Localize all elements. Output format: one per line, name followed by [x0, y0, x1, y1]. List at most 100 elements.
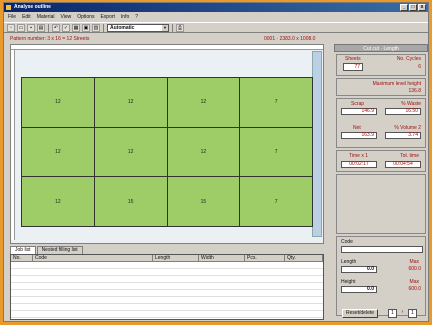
- new-icon[interactable]: ▫: [7, 23, 15, 32]
- calc-icon[interactable]: ▦: [72, 23, 80, 32]
- sheets-label: Sheets: [345, 56, 361, 62]
- maximize-button[interactable]: □: [409, 4, 417, 11]
- height-max-label: Max: [409, 279, 419, 285]
- waste-strip: [312, 51, 322, 237]
- table-row[interactable]: [11, 283, 323, 290]
- panel-cell[interactable]: 15: [94, 177, 167, 226]
- panel-cell[interactable]: 15: [167, 177, 240, 226]
- scrap-box: Scrap % Waste 146.9 16.50 Net % Volume 2…: [336, 98, 426, 148]
- tot-time-value: 00:04:54: [385, 161, 421, 168]
- sheets-box: Sheets 77 No. Cycles 6: [336, 54, 426, 76]
- minimize-button[interactable]: _: [400, 4, 408, 11]
- panel-cell[interactable]: 12: [94, 127, 167, 177]
- spacer-box: [336, 174, 426, 234]
- waste-pct-value: 16.50: [385, 108, 421, 115]
- height-label: Height: [341, 279, 356, 285]
- col-code[interactable]: Code: [33, 255, 153, 261]
- job-table: No. Code Length Width Pcs. Qty.: [10, 254, 324, 320]
- table-row[interactable]: [11, 262, 323, 269]
- tot-time-label: Tot. time: [400, 153, 419, 159]
- panel-cell[interactable]: 7: [240, 127, 312, 177]
- check-icon[interactable]: ✓: [62, 23, 70, 32]
- spin-field-2[interactable]: 1: [408, 309, 417, 318]
- menu-export[interactable]: Export: [100, 13, 114, 21]
- sheets-field[interactable]: 77: [343, 63, 363, 71]
- col-pcs[interactable]: Pcs.: [245, 255, 285, 261]
- table-row[interactable]: [11, 276, 323, 283]
- menu-edit[interactable]: Edit: [22, 13, 31, 21]
- table-row[interactable]: [11, 269, 323, 276]
- col-qty[interactable]: Qty.: [285, 255, 323, 261]
- menu-help[interactable]: ?: [135, 13, 138, 21]
- panel-grid: 12 12 12 7 12 12 12 7 12 15 15 7: [21, 77, 313, 227]
- panel-cell[interactable]: 7: [240, 78, 312, 127]
- table-row[interactable]: [11, 297, 323, 304]
- panel-cell[interactable]: 12: [22, 127, 94, 177]
- menu-file[interactable]: File: [8, 13, 16, 21]
- length-max-label: Max: [409, 259, 419, 265]
- no-cycles-value: 6: [418, 64, 421, 70]
- menu-info[interactable]: Info: [121, 13, 129, 21]
- volume-value: 3.74: [385, 132, 421, 139]
- length-label: Length: [341, 259, 357, 265]
- col-width[interactable]: Width: [199, 255, 245, 261]
- menu-material[interactable]: Material: [37, 13, 55, 21]
- code-field[interactable]: [341, 246, 423, 253]
- panel-cell[interactable]: 12: [22, 78, 94, 127]
- spin-field-1[interactable]: 1: [388, 309, 397, 318]
- panel-cell[interactable]: 12: [22, 177, 94, 226]
- reset-delete-button[interactable]: Reset/delete: [342, 309, 378, 318]
- code-label: Code: [341, 239, 353, 245]
- max-height-value: 136.8: [408, 88, 421, 94]
- pattern-info: Pattern number: 3 x 16 = 12 Streets: [10, 36, 90, 42]
- height-field[interactable]: 0.0: [341, 286, 377, 293]
- layout-icon[interactable]: ▣: [82, 23, 90, 32]
- cutting-board: 12 12 12 7 12 12 12 7 12 15 15 7: [10, 44, 324, 244]
- printer-icon[interactable]: ⎙: [176, 23, 184, 32]
- app-icon: [6, 5, 11, 10]
- panel-cell[interactable]: 12: [167, 127, 240, 177]
- col-no[interactable]: No.: [11, 255, 33, 261]
- mode-select[interactable]: Automatic ▼: [107, 23, 169, 32]
- length-max-value: 600.0: [408, 266, 421, 272]
- panel-cell[interactable]: 12: [167, 78, 240, 127]
- print-icon[interactable]: ▤: [37, 23, 45, 32]
- volume-label: % Volume 2: [394, 125, 421, 131]
- height-max-value: 600.0: [408, 286, 421, 292]
- waste-pct-label: % Waste: [401, 101, 421, 107]
- results-panel-title: Cut cut · Length: [334, 44, 428, 52]
- length-field[interactable]: 0.0: [341, 266, 377, 273]
- table-row[interactable]: [11, 311, 323, 318]
- max-height-label: Maximum level height: [372, 81, 421, 87]
- scrap-value: 146.9: [341, 108, 377, 115]
- ruler-top: [11, 45, 323, 50]
- menu-bar: File Edit Material View Options Export I…: [4, 13, 428, 21]
- save-icon[interactable]: ▪: [27, 23, 35, 32]
- table-row[interactable]: [11, 304, 323, 311]
- undo-icon[interactable]: ↶: [52, 23, 60, 32]
- tab-job-list[interactable]: Job list: [10, 246, 36, 254]
- close-button[interactable]: x: [418, 4, 426, 11]
- panel-cell[interactable]: 12: [94, 78, 167, 127]
- net-value: 163.9: [341, 132, 377, 139]
- spin-arrow-icon[interactable]: ›: [400, 309, 405, 318]
- ruler-left: [11, 50, 15, 240]
- no-cycles-label: No. Cycles: [396, 56, 421, 62]
- time-box: Time x 1 Tot. time 00:02:17 00:04:54: [336, 150, 426, 172]
- panel-cell[interactable]: 7: [240, 177, 312, 226]
- net-label: Net: [353, 125, 361, 131]
- export-icon[interactable]: ▥: [92, 23, 100, 32]
- sheet-size-info: 0001 · 2383.0 x 1008.0: [264, 36, 316, 42]
- list-tabs: Job list Nested filling list: [10, 246, 83, 254]
- col-length[interactable]: Length: [153, 255, 199, 261]
- app-window: Analyse outline _ □ x File Edit Material…: [3, 2, 429, 322]
- piece-input-box: Code Length 0.0 Max 600.0 Height 0.0 Max…: [336, 236, 426, 316]
- menu-options[interactable]: Options: [77, 13, 94, 21]
- open-icon[interactable]: ▭: [17, 23, 25, 32]
- tab-nested-filling-list[interactable]: Nested filling list: [36, 246, 83, 254]
- time-label: Time x 1: [349, 153, 368, 159]
- table-row[interactable]: [11, 290, 323, 297]
- menu-view[interactable]: View: [60, 13, 71, 21]
- chevron-down-icon[interactable]: ▼: [162, 24, 168, 31]
- title-bar: Analyse outline _ □ x: [4, 3, 428, 12]
